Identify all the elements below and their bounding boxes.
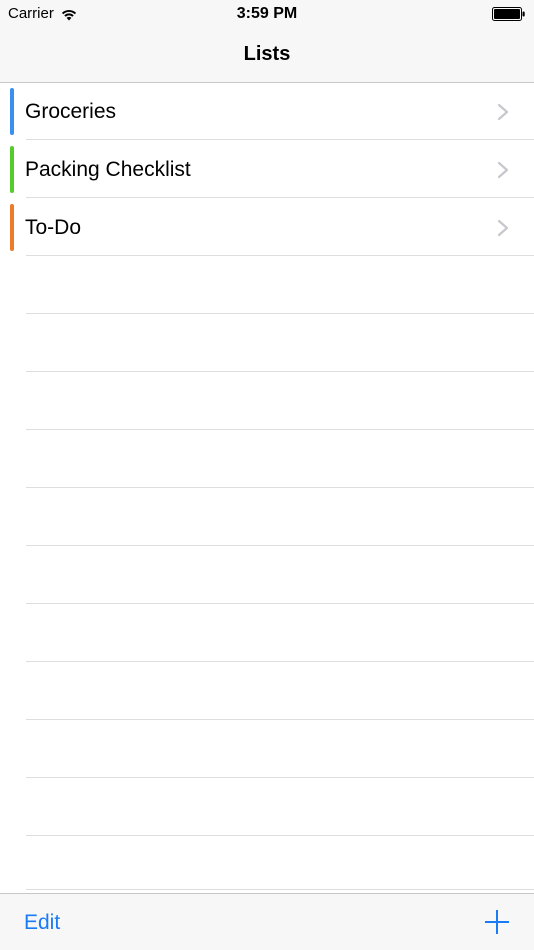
navigation-bar: Lists <box>0 28 534 83</box>
chevron-right-icon <box>497 103 509 121</box>
row-separator <box>26 889 534 890</box>
list-row-groceries[interactable]: Groceries <box>0 83 534 140</box>
row-separator <box>26 255 534 256</box>
list-row-packing-checklist[interactable]: Packing Checklist <box>0 141 534 198</box>
empty-row <box>0 257 534 314</box>
empty-row <box>0 373 534 430</box>
row-separator <box>26 429 534 430</box>
battery-icon <box>492 7 525 21</box>
row-separator <box>26 487 534 488</box>
page-title: Lists <box>243 43 291 65</box>
empty-row <box>0 547 534 604</box>
empty-row <box>0 315 534 372</box>
lists-table: Groceries Packing Checklist To-Do <box>0 83 534 893</box>
empty-row <box>0 489 534 546</box>
empty-row <box>0 833 534 890</box>
row-separator <box>26 777 534 778</box>
list-row-to-do[interactable]: To-Do <box>0 199 534 256</box>
empty-row <box>0 663 534 720</box>
row-separator <box>26 545 534 546</box>
list-row-label: Packing Checklist <box>25 158 191 181</box>
row-separator <box>26 139 534 140</box>
plus-icon[interactable] <box>484 909 510 935</box>
list-color-indicator <box>10 204 14 251</box>
status-time: 3:59 PM <box>236 5 298 22</box>
list-row-label: Groceries <box>25 100 117 123</box>
empty-row <box>0 721 534 778</box>
row-separator <box>26 313 534 314</box>
row-separator <box>26 603 534 604</box>
row-separator <box>26 371 534 372</box>
edit-button[interactable]: Edit <box>24 910 60 936</box>
empty-row <box>0 431 534 488</box>
empty-row <box>0 605 534 662</box>
empty-row <box>0 779 534 836</box>
row-separator <box>26 661 534 662</box>
status-bar: Carrier 3:59 PM <box>0 0 534 28</box>
list-row-label: To-Do <box>25 216 82 239</box>
row-separator <box>26 719 534 720</box>
list-color-indicator <box>10 146 14 193</box>
bottom-toolbar: Edit <box>0 893 534 950</box>
chevron-right-icon <box>497 161 509 179</box>
chevron-right-icon <box>497 219 509 237</box>
list-color-indicator <box>10 88 14 135</box>
row-separator <box>26 197 534 198</box>
